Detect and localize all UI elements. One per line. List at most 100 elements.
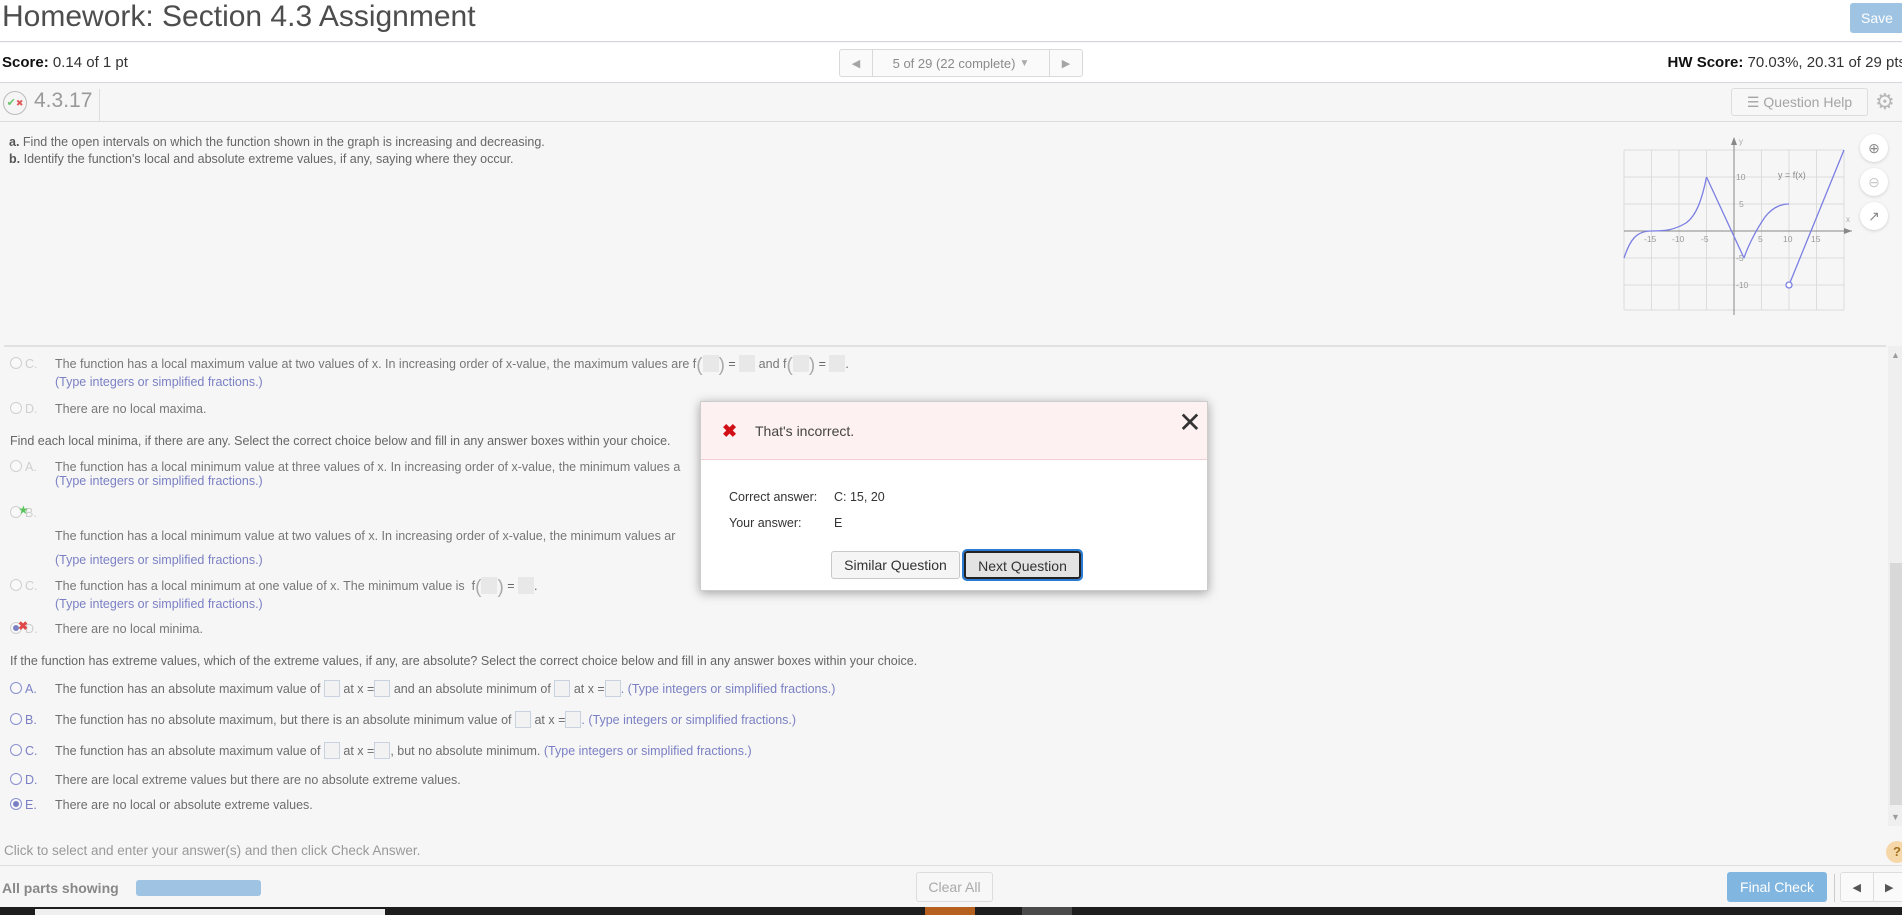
error-x-icon: ✖ xyxy=(722,421,738,441)
previous-arrow-icon[interactable]: ◀ xyxy=(1841,873,1874,901)
hint-text: . (Type integers or simplified fractions… xyxy=(581,713,797,727)
y-axis-arrow xyxy=(1731,137,1737,145)
choice-text: at x = xyxy=(343,744,375,758)
answer-box[interactable] xyxy=(792,355,809,372)
choice-text: , but no absolute minimum. xyxy=(390,744,541,758)
your-answer-value: E xyxy=(834,516,843,530)
answer-box[interactable] xyxy=(565,711,582,728)
answer-box[interactable] xyxy=(739,355,756,372)
save-button[interactable]: Save xyxy=(1850,3,1902,33)
local-min-prompt: Find each local minima, if there are any… xyxy=(10,434,671,448)
parts-label: All parts showing xyxy=(2,880,119,896)
answer-box[interactable] xyxy=(702,355,719,372)
choice-letter: C. xyxy=(25,579,38,593)
absolute-choice-b[interactable]: B. The function has no absolute maximum, … xyxy=(10,711,796,728)
answer-box[interactable] xyxy=(323,742,340,759)
question-help-label: Question Help xyxy=(1763,94,1853,110)
answer-box[interactable] xyxy=(481,577,498,594)
zoom-in-icon[interactable]: ⊕ xyxy=(1860,134,1888,162)
next-question-nav-button[interactable]: ▶ xyxy=(1049,50,1082,76)
radio-button[interactable] xyxy=(10,682,22,694)
choice-letter: D. xyxy=(25,773,38,787)
radio-button[interactable] xyxy=(10,402,22,414)
answer-box[interactable] xyxy=(604,680,621,697)
x-tick-label: -10 xyxy=(1672,234,1685,244)
question-number: 4.3.17 xyxy=(34,89,101,121)
answer-box[interactable] xyxy=(323,680,340,697)
radio-button[interactable] xyxy=(10,579,22,591)
triangle-right-icon: ▶ xyxy=(1061,57,1071,70)
choice-letter: B. xyxy=(25,713,37,727)
radio-button[interactable] xyxy=(10,460,22,472)
taskbar-item[interactable] xyxy=(925,907,975,915)
question-dropdown[interactable]: 5 of 29 (22 complete) ▼ xyxy=(873,50,1049,76)
hint-text: (Type integers or simplified fractions.) xyxy=(55,375,263,389)
radio-button[interactable] xyxy=(10,773,22,785)
x-tick-label: 15 xyxy=(1811,234,1821,244)
choice-text: The function has a local minimum value a… xyxy=(55,529,676,543)
local-min-choice-a[interactable]: A. The function has a local minimum value… xyxy=(10,460,680,488)
answer-box[interactable] xyxy=(518,577,535,594)
answer-box[interactable] xyxy=(554,680,571,697)
previous-question-button[interactable]: ◀ xyxy=(840,50,873,76)
gear-icon[interactable]: ⚙ xyxy=(1875,89,1895,115)
choice-text: The function has a local minimum value a… xyxy=(55,460,681,474)
local-min-choice-b[interactable]: ★ B. The function has a local minimum val… xyxy=(10,503,676,567)
taskbar-item[interactable] xyxy=(35,909,385,915)
help-question-icon[interactable]: ? xyxy=(1886,841,1902,863)
taskbar-item[interactable] xyxy=(1022,907,1072,915)
radio-button[interactable] xyxy=(10,713,22,725)
local-min-choice-d[interactable]: ✖ D. There are no local minima. xyxy=(10,619,203,636)
prompt-b-letter: b. xyxy=(9,152,21,166)
local-max-choice-c[interactable]: C. The function has a local maximum value… xyxy=(10,355,849,389)
choice-letter: B. xyxy=(25,506,37,520)
question-pager: ◀ ▶ xyxy=(1840,872,1902,902)
absolute-choice-a[interactable]: A. The function has an absolute maximum v… xyxy=(10,680,835,697)
choice-letter: C. xyxy=(25,357,38,371)
instruction-text: Click to select and enter your answer(s)… xyxy=(4,843,421,858)
answer-box[interactable] xyxy=(829,355,846,372)
x-tick-label: -15 xyxy=(1644,234,1657,244)
close-icon[interactable]: ✕ xyxy=(1175,408,1205,438)
y-tick-label: 5 xyxy=(1739,199,1744,209)
absolute-choice-e[interactable]: E. There are no local or absolute extreme… xyxy=(10,798,313,812)
similar-question-button[interactable]: Similar Question xyxy=(831,551,960,579)
radio-button[interactable] xyxy=(10,744,22,756)
choice-letter: A. xyxy=(25,682,37,696)
question-help-button[interactable]: ☰ Question Help xyxy=(1731,88,1868,116)
absolute-prompt: If the function has extreme values, whic… xyxy=(10,654,918,668)
absolute-choice-c[interactable]: C. The function has an absolute maximum v… xyxy=(10,742,752,759)
next-arrow-icon[interactable]: ▶ xyxy=(1874,873,1902,901)
answers-scrollbar[interactable]: ▲ ▼ xyxy=(1888,346,1902,826)
scroll-up-icon[interactable]: ▲ xyxy=(1891,350,1900,360)
answer-box[interactable] xyxy=(374,742,391,759)
hint-text: (Type integers or simplified fractions.) xyxy=(55,474,263,488)
your-answer-label: Your answer: xyxy=(729,516,802,530)
divider xyxy=(1834,874,1835,902)
local-min-choice-c[interactable]: C. The function has a local minimum at on… xyxy=(10,577,538,611)
scroll-down-icon[interactable]: ▼ xyxy=(1891,812,1900,822)
y-tick-label: 10 xyxy=(1736,172,1746,182)
absolute-choice-d[interactable]: D. There are local extreme values but the… xyxy=(10,773,461,787)
answer-box[interactable] xyxy=(374,680,391,697)
answer-box[interactable] xyxy=(514,711,531,728)
function-label: y = f(x) xyxy=(1778,170,1806,180)
hint-text: . (Type integers or simplified fractions… xyxy=(620,682,836,696)
correct-answer-label: Correct answer: xyxy=(729,490,818,504)
choice-text: The function has an absolute maximum val… xyxy=(55,682,321,696)
choice-text: The function has no absolute maximum, bu… xyxy=(55,713,512,727)
local-max-choice-d[interactable]: D. There are no local maxima. xyxy=(10,402,206,416)
prompt-b: Identify the function's local and absolu… xyxy=(23,152,514,166)
next-question-button[interactable]: Next Question xyxy=(962,549,1083,581)
zoom-out-icon[interactable]: ⊖ xyxy=(1860,168,1888,196)
popout-icon[interactable]: ↗ xyxy=(1860,202,1888,230)
clear-all-button[interactable]: Clear All xyxy=(916,872,993,902)
final-check-button[interactable]: Final Check xyxy=(1727,872,1827,902)
scrollbar-thumb[interactable] xyxy=(1890,563,1902,805)
radio-button-selected[interactable] xyxy=(10,798,22,810)
question-score: Score: 0.14 of 1 pt xyxy=(2,54,128,71)
your-answer-row: Your answer: E xyxy=(729,516,842,530)
radio-button[interactable] xyxy=(10,357,22,369)
caret-down-icon: ▼ xyxy=(1019,57,1030,69)
y-tick-label: -10 xyxy=(1736,280,1749,290)
